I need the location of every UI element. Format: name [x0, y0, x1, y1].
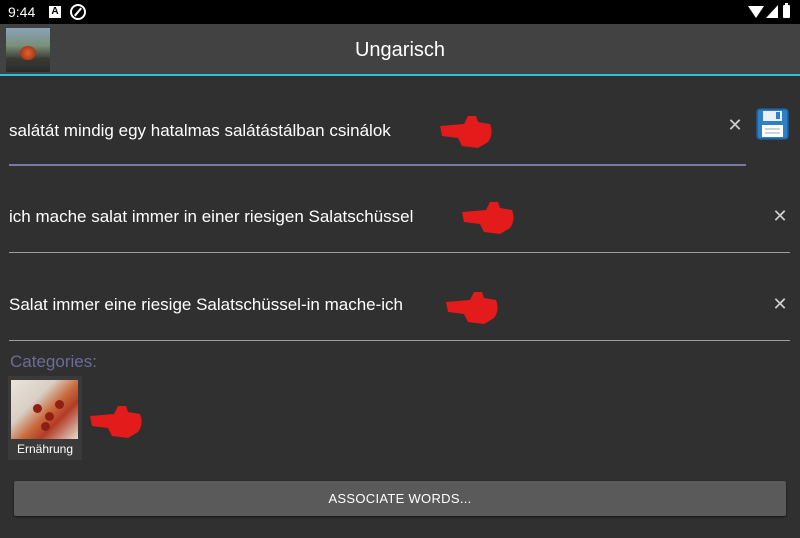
clear-hungarian-close-icon[interactable]: ✕ — [726, 116, 744, 134]
status-time: 9:44 — [8, 4, 36, 20]
german-text-field[interactable]: ich mache salat immer in einer riesigen … — [9, 207, 413, 227]
category-caption: Ernährung — [16, 442, 74, 456]
word-order-text-field[interactable]: Salat immer eine riesige Salatschüssel-i… — [9, 295, 403, 315]
clear-word-order-close-icon[interactable]: ✕ — [771, 295, 789, 313]
associate-words-button[interactable]: ASSOCIATE WORDS... — [14, 481, 786, 516]
hungarian-field-underline — [9, 164, 746, 166]
german-field-underline — [9, 252, 790, 253]
pointing-hand-icon — [90, 406, 142, 438]
do-not-disturb-icon — [70, 4, 86, 20]
pizza-slice-image — [11, 380, 78, 439]
clear-german-close-icon[interactable]: ✕ — [771, 207, 789, 225]
wifi-icon — [748, 6, 764, 18]
page-title: Ungarisch — [354, 39, 446, 61]
app-bar-divider — [0, 74, 800, 76]
pointing-hand-icon — [446, 292, 498, 324]
word-order-field-underline — [9, 340, 790, 341]
battery-icon — [783, 3, 790, 18]
pointing-hand-icon — [462, 202, 514, 234]
hungarian-text-field[interactable]: salátát mindig egy hatalmas salátástálba… — [9, 121, 391, 141]
categories-label: Categories: — [10, 352, 97, 371]
category-tile[interactable]: Ernährung — [8, 376, 82, 460]
pointing-hand-icon — [440, 116, 492, 148]
floppy-disk-icon[interactable] — [756, 108, 789, 140]
signal-icon — [766, 5, 778, 18]
status-bar: 9:44 A — [0, 0, 800, 24]
notification-a-icon: A — [49, 6, 61, 18]
